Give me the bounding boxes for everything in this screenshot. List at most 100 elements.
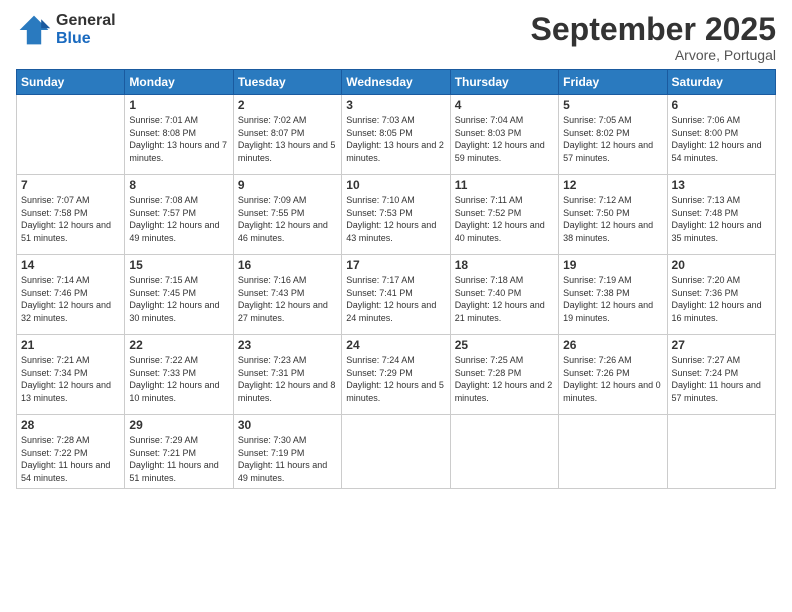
day-info: Sunrise: 7:08 AMSunset: 7:57 PMDaylight:… — [129, 194, 228, 244]
day-number: 11 — [455, 178, 554, 192]
header: General Blue September 2025 Arvore, Port… — [16, 12, 776, 63]
calendar-header: Sunday Monday Tuesday Wednesday Thursday… — [17, 70, 776, 95]
calendar-cell: 28 Sunrise: 7:28 AMSunset: 7:22 PMDayligh… — [17, 415, 125, 488]
day-info: Sunrise: 7:17 AMSunset: 7:41 PMDaylight:… — [346, 274, 445, 324]
day-info: Sunrise: 7:14 AMSunset: 7:46 PMDaylight:… — [21, 274, 120, 324]
day-info: Sunrise: 7:23 AMSunset: 7:31 PMDaylight:… — [238, 354, 337, 404]
calendar-cell: 13 Sunrise: 7:13 AMSunset: 7:48 PMDayligh… — [667, 175, 775, 255]
calendar-cell: 14 Sunrise: 7:14 AMSunset: 7:46 PMDayligh… — [17, 255, 125, 335]
title-block: September 2025 Arvore, Portugal — [531, 12, 776, 63]
month-title: September 2025 — [531, 12, 776, 47]
day-info: Sunrise: 7:06 AMSunset: 8:00 PMDaylight:… — [672, 114, 771, 164]
calendar-cell — [17, 95, 125, 175]
day-number: 1 — [129, 98, 228, 112]
day-number: 8 — [129, 178, 228, 192]
calendar-cell: 6 Sunrise: 7:06 AMSunset: 8:00 PMDaylight… — [667, 95, 775, 175]
location: Arvore, Portugal — [531, 47, 776, 63]
day-number: 10 — [346, 178, 445, 192]
day-number: 3 — [346, 98, 445, 112]
calendar-week-4: 28 Sunrise: 7:28 AMSunset: 7:22 PMDayligh… — [17, 415, 776, 488]
day-info: Sunrise: 7:22 AMSunset: 7:33 PMDaylight:… — [129, 354, 228, 404]
calendar-cell — [342, 415, 450, 488]
day-number: 19 — [563, 258, 662, 272]
day-number: 24 — [346, 338, 445, 352]
day-number: 6 — [672, 98, 771, 112]
day-number: 15 — [129, 258, 228, 272]
calendar-cell: 22 Sunrise: 7:22 AMSunset: 7:33 PMDayligh… — [125, 335, 233, 415]
day-info: Sunrise: 7:26 AMSunset: 7:26 PMDaylight:… — [563, 354, 662, 404]
calendar-cell: 16 Sunrise: 7:16 AMSunset: 7:43 PMDayligh… — [233, 255, 341, 335]
day-number: 22 — [129, 338, 228, 352]
calendar-cell — [450, 415, 558, 488]
day-info: Sunrise: 7:09 AMSunset: 7:55 PMDaylight:… — [238, 194, 337, 244]
calendar-cell: 8 Sunrise: 7:08 AMSunset: 7:57 PMDaylight… — [125, 175, 233, 255]
calendar-cell — [667, 415, 775, 488]
day-info: Sunrise: 7:03 AMSunset: 8:05 PMDaylight:… — [346, 114, 445, 164]
calendar-cell: 20Sunrise: 7:20 AMSunset: 7:36 PMDayligh… — [667, 255, 775, 335]
calendar-cell: 3 Sunrise: 7:03 AMSunset: 8:05 PMDaylight… — [342, 95, 450, 175]
day-info: Sunrise: 7:25 AMSunset: 7:28 PMDaylight:… — [455, 354, 554, 404]
day-number: 4 — [455, 98, 554, 112]
day-number: 2 — [238, 98, 337, 112]
calendar-week-0: 1 Sunrise: 7:01 AMSunset: 8:08 PMDaylight… — [17, 95, 776, 175]
calendar-week-2: 14 Sunrise: 7:14 AMSunset: 7:46 PMDayligh… — [17, 255, 776, 335]
calendar-page: General Blue September 2025 Arvore, Port… — [0, 0, 792, 612]
logo-general-text: General — [56, 12, 116, 30]
day-number: 28 — [21, 418, 120, 432]
col-sunday: Sunday — [17, 70, 125, 95]
day-info: Sunrise: 7:27 AMSunset: 7:24 PMDaylight:… — [672, 354, 771, 404]
day-info: Sunrise: 7:01 AMSunset: 8:08 PMDaylight:… — [129, 114, 228, 164]
day-info: Sunrise: 7:29 AMSunset: 7:21 PMDaylight:… — [129, 434, 228, 484]
day-info: Sunrise: 7:02 AMSunset: 8:07 PMDaylight:… — [238, 114, 337, 164]
calendar-cell: 9 Sunrise: 7:09 AMSunset: 7:55 PMDaylight… — [233, 175, 341, 255]
calendar-cell: 19Sunrise: 7:19 AMSunset: 7:38 PMDayligh… — [559, 255, 667, 335]
day-number: 26 — [563, 338, 662, 352]
col-monday: Monday — [125, 70, 233, 95]
calendar-cell: 27Sunrise: 7:27 AMSunset: 7:24 PMDayligh… — [667, 335, 775, 415]
day-number: 12 — [563, 178, 662, 192]
logo-icon — [16, 12, 52, 48]
calendar-cell: 17 Sunrise: 7:17 AMSunset: 7:41 PMDayligh… — [342, 255, 450, 335]
calendar-cell: 11Sunrise: 7:11 AMSunset: 7:52 PMDayligh… — [450, 175, 558, 255]
day-info: Sunrise: 7:13 AMSunset: 7:48 PMDaylight:… — [672, 194, 771, 244]
logo-blue-text: Blue — [56, 30, 116, 48]
day-number: 16 — [238, 258, 337, 272]
calendar-cell: 10 Sunrise: 7:10 AMSunset: 7:53 PMDayligh… — [342, 175, 450, 255]
day-info: Sunrise: 7:28 AMSunset: 7:22 PMDaylight:… — [21, 434, 120, 484]
col-thursday: Thursday — [450, 70, 558, 95]
logo-text: General Blue — [56, 12, 116, 47]
day-info: Sunrise: 7:24 AMSunset: 7:29 PMDaylight:… — [346, 354, 445, 404]
col-friday: Friday — [559, 70, 667, 95]
day-info: Sunrise: 7:12 AMSunset: 7:50 PMDaylight:… — [563, 194, 662, 244]
day-number: 9 — [238, 178, 337, 192]
day-info: Sunrise: 7:10 AMSunset: 7:53 PMDaylight:… — [346, 194, 445, 244]
day-info: Sunrise: 7:05 AMSunset: 8:02 PMDaylight:… — [563, 114, 662, 164]
day-info: Sunrise: 7:04 AMSunset: 8:03 PMDaylight:… — [455, 114, 554, 164]
col-wednesday: Wednesday — [342, 70, 450, 95]
calendar-cell: 5 Sunrise: 7:05 AMSunset: 8:02 PMDaylight… — [559, 95, 667, 175]
calendar-cell: 23Sunrise: 7:23 AMSunset: 7:31 PMDayligh… — [233, 335, 341, 415]
calendar-week-1: 7Sunrise: 7:07 AMSunset: 7:58 PMDaylight… — [17, 175, 776, 255]
day-info: Sunrise: 7:07 AMSunset: 7:58 PMDaylight:… — [21, 194, 120, 244]
day-number: 14 — [21, 258, 120, 272]
calendar-cell: 26 Sunrise: 7:26 AMSunset: 7:26 PMDayligh… — [559, 335, 667, 415]
day-number: 29 — [129, 418, 228, 432]
calendar-cell: 25Sunrise: 7:25 AMSunset: 7:28 PMDayligh… — [450, 335, 558, 415]
calendar-cell: 12 Sunrise: 7:12 AMSunset: 7:50 PMDayligh… — [559, 175, 667, 255]
calendar-cell: 18Sunrise: 7:18 AMSunset: 7:40 PMDayligh… — [450, 255, 558, 335]
calendar-cell: 21 Sunrise: 7:21 AMSunset: 7:34 PMDayligh… — [17, 335, 125, 415]
day-number: 13 — [672, 178, 771, 192]
day-info: Sunrise: 7:21 AMSunset: 7:34 PMDaylight:… — [21, 354, 120, 404]
day-info: Sunrise: 7:18 AMSunset: 7:40 PMDaylight:… — [455, 274, 554, 324]
header-row: Sunday Monday Tuesday Wednesday Thursday… — [17, 70, 776, 95]
day-number: 30 — [238, 418, 337, 432]
day-number: 5 — [563, 98, 662, 112]
day-info: Sunrise: 7:20 AMSunset: 7:36 PMDaylight:… — [672, 274, 771, 324]
day-number: 17 — [346, 258, 445, 272]
calendar-cell: 7Sunrise: 7:07 AMSunset: 7:58 PMDaylight… — [17, 175, 125, 255]
day-info: Sunrise: 7:16 AMSunset: 7:43 PMDaylight:… — [238, 274, 337, 324]
day-number: 21 — [21, 338, 120, 352]
calendar-body: 1 Sunrise: 7:01 AMSunset: 8:08 PMDaylight… — [17, 95, 776, 488]
calendar-cell: 30Sunrise: 7:30 AMSunset: 7:19 PMDayligh… — [233, 415, 341, 488]
day-info: Sunrise: 7:15 AMSunset: 7:45 PMDaylight:… — [129, 274, 228, 324]
